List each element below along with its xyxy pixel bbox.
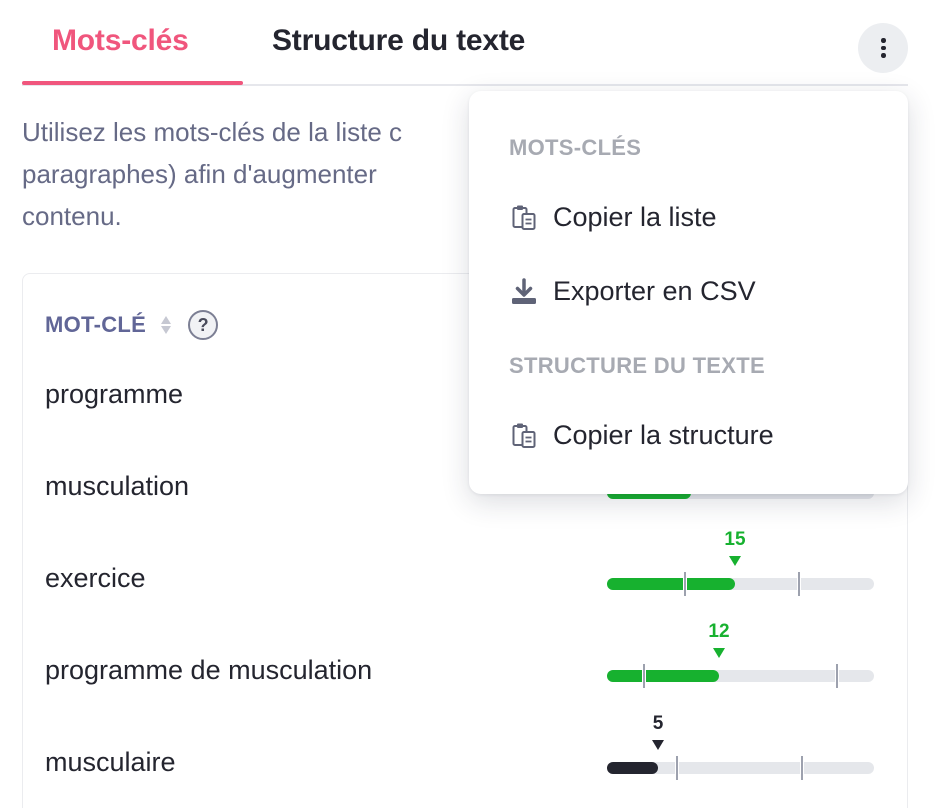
active-tab-indicator <box>22 81 243 85</box>
keyword-label: exercice <box>45 563 146 593</box>
column-header-keyword[interactable]: MOT-CLÉ ? <box>45 310 219 340</box>
help-icon[interactable]: ? <box>188 310 219 340</box>
clipboard-icon <box>512 423 536 448</box>
keyword-usage-bar: 12 <box>607 621 874 688</box>
usage-bar-tick <box>675 756 679 780</box>
usage-count-marker <box>729 556 741 566</box>
keyword-usage-bar: 15 <box>607 529 874 596</box>
keyword-usage-bar: 5 <box>607 713 874 780</box>
download-icon <box>512 277 536 304</box>
sort-up-arrow <box>161 316 172 324</box>
column-header-label: MOT-CLÉ <box>45 312 147 337</box>
more-options-button[interactable] <box>858 23 908 73</box>
menu-section-keywords: MOTS-CLÉS <box>509 135 642 160</box>
usage-count-label: 5 <box>652 713 664 734</box>
more-vertical-icon-dot <box>881 53 886 58</box>
keyword-row: musculaire 5 <box>45 713 885 799</box>
copy-structure-menu-item[interactable]: Copier la structure <box>509 420 774 451</box>
keyword-label: programme <box>45 379 184 409</box>
export-csv-menu-item[interactable]: Exporter en CSV <box>509 276 756 307</box>
usage-bar-tick <box>835 664 839 688</box>
copy-list-menu-item[interactable]: Copier la liste <box>509 202 717 233</box>
export-csv-label: Exporter en CSV <box>553 276 756 306</box>
usage-bar-fill <box>607 578 735 590</box>
usage-bar-tick <box>797 572 801 596</box>
tab-text-structure[interactable]: Structure du texte <box>272 24 525 58</box>
copy-list-label: Copier la liste <box>553 202 717 232</box>
tab-keywords[interactable]: Mots-clés <box>52 24 189 58</box>
export-dropdown-menu: MOTS-CLÉS Copier la liste Exporter en CS… <box>469 91 908 494</box>
keywords-panel: Mots-clés Structure du texte Utilisez le… <box>0 0 936 808</box>
more-vertical-icon <box>881 38 886 43</box>
tab-bar: Mots-clés Structure du texte <box>22 0 908 86</box>
usage-count-marker <box>652 740 664 750</box>
copy-structure-label: Copier la structure <box>553 420 774 450</box>
keyword-label: musculation <box>45 471 190 501</box>
usage-count-label: 12 <box>708 621 730 642</box>
usage-bar-fill <box>607 762 658 774</box>
more-vertical-icon-dot <box>881 45 886 50</box>
usage-count-marker <box>713 648 725 658</box>
usage-bar-tick <box>683 572 687 596</box>
usage-bar-tick <box>642 664 646 688</box>
sort-down-arrow <box>161 326 172 334</box>
usage-bar-fill <box>607 670 719 682</box>
clipboard-icon <box>512 205 536 230</box>
usage-bar-tick <box>800 756 804 780</box>
menu-section-text-structure: STRUCTURE DU TEXTE <box>509 353 765 378</box>
keyword-label: musculaire <box>45 747 176 777</box>
usage-count-label: 15 <box>724 529 746 550</box>
keyword-row: exercice 15 <box>45 529 885 615</box>
sort-icon[interactable] <box>160 313 172 337</box>
keyword-row: programme de musculation 12 <box>45 621 885 707</box>
keyword-label: programme de musculation <box>45 655 373 685</box>
